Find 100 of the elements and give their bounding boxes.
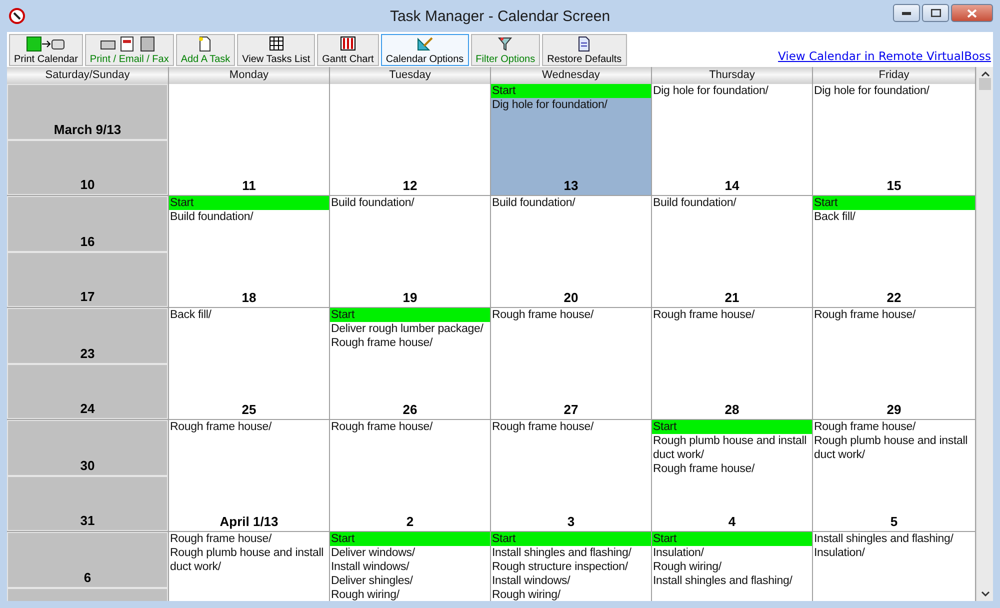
toolbar-button[interactable]: View Tasks List xyxy=(237,34,316,66)
start-marker[interactable]: Start xyxy=(652,420,812,434)
task-entry[interactable]: Rough frame house/ xyxy=(330,336,490,350)
task-entry[interactable]: Build foundation/ xyxy=(330,196,490,210)
start-marker[interactable]: Start xyxy=(169,196,329,210)
day-cell[interactable]: Start Deliver rough lumber package/ Rough frame house/ 26 xyxy=(330,308,491,420)
start-marker[interactable]: Start xyxy=(652,532,812,546)
day-cell[interactable]: Start Install shingles and flashing/ Rough structure inspection/ Install windows/ Rough wiring/ xyxy=(491,532,652,601)
day-cell[interactable]: Start Deliver windows/ Install windows/ Deliver shingles/ Rough wiring/ xyxy=(330,532,491,601)
task-entry[interactable]: Rough frame house/ xyxy=(491,308,651,322)
day-cell[interactable]: Rough frame house/ 2 xyxy=(330,420,491,532)
weekend-day-cell[interactable]: 17 xyxy=(7,252,168,307)
start-marker[interactable]: Start xyxy=(330,532,490,546)
weekend-day-cell[interactable]: 10 xyxy=(7,140,168,195)
day-number: 21 xyxy=(724,290,740,307)
day-cell[interactable]: Dig hole for foundation/ 14 xyxy=(652,84,813,196)
weekday-header: Monday xyxy=(169,67,330,84)
task-entry[interactable]: Build foundation/ xyxy=(491,196,651,210)
task-entry[interactable]: Rough frame house/ xyxy=(330,420,490,434)
task-entry[interactable]: Rough wiring/ xyxy=(652,560,812,574)
task-entry[interactable]: Build foundation/ xyxy=(169,210,329,224)
day-cell[interactable]: 11 xyxy=(169,84,330,196)
scroll-up-icon[interactable] xyxy=(980,71,990,77)
task-entry[interactable]: Dig hole for foundation/ xyxy=(652,84,812,98)
task-entry[interactable]: Rough wiring/ xyxy=(330,588,490,601)
task-entry[interactable]: Install windows/ xyxy=(491,574,651,588)
day-cell[interactable]: Rough frame house/ April 1/13 xyxy=(169,420,330,532)
day-cell[interactable]: Start Rough plumb house and install duct work/ Rough frame house/ 4 xyxy=(652,420,813,532)
toolbar-button[interactable]: Print / Email / Fax xyxy=(84,34,174,66)
task-entry[interactable]: Back fill/ xyxy=(169,308,329,322)
weekend-day-cell[interactable]: 30 xyxy=(7,420,168,476)
day-cell[interactable]: Rough frame house/ Rough plumb house and install duct work/ xyxy=(169,532,330,601)
weekend-day-cell[interactable]: 23 xyxy=(7,308,168,364)
task-entry[interactable]: Build foundation/ xyxy=(652,196,812,210)
day-cell[interactable]: Rough frame house/ 28 xyxy=(652,308,813,420)
toolbar-button[interactable]: Gantt Chart xyxy=(317,34,379,66)
maximize-button[interactable] xyxy=(922,4,949,22)
task-entry[interactable]: Deliver windows/ xyxy=(330,546,490,560)
task-entry[interactable]: Dig hole for foundation/ xyxy=(491,98,651,112)
day-cell[interactable]: Rough frame house/ 3 xyxy=(491,420,652,532)
scroll-down-icon[interactable] xyxy=(980,591,990,597)
task-entry[interactable]: Install shingles and flashing/ xyxy=(491,546,651,560)
day-cell[interactable]: Rough frame house/ 27 xyxy=(491,308,652,420)
day-cell[interactable]: Install shingles and flashing/ Insulation/ xyxy=(813,532,976,601)
task-entry[interactable]: Rough frame house/ xyxy=(652,462,812,476)
task-entry[interactable]: Rough frame house/ xyxy=(169,420,329,434)
toolbar-button[interactable]: Restore Defaults xyxy=(542,34,627,66)
vertical-scrollbar[interactable] xyxy=(976,67,993,601)
task-entry[interactable]: Rough frame house/ xyxy=(491,420,651,434)
day-cell[interactable]: Rough frame house/ 29 xyxy=(813,308,976,420)
day-cell[interactable]: Build foundation/ 21 xyxy=(652,196,813,308)
remote-calendar-link[interactable]: View Calendar in Remote VirtualBoss xyxy=(778,49,991,63)
task-entry[interactable]: Rough plumb house and install duct work/ xyxy=(652,434,812,462)
day-cell[interactable]: Build foundation/ 19 xyxy=(330,196,491,308)
start-marker[interactable]: Start xyxy=(491,532,651,546)
day-cell[interactable]: Start Dig hole for foundation/ 13 xyxy=(491,84,652,196)
weekend-day-cell[interactable]: 16 xyxy=(7,196,168,252)
task-entry[interactable]: Deliver shingles/ xyxy=(330,574,490,588)
task-entry[interactable]: Back fill/ xyxy=(813,210,975,224)
weekday-header: Thursday xyxy=(652,67,813,84)
task-entry[interactable]: Deliver rough lumber package/ xyxy=(330,322,490,336)
task-entry[interactable]: Insulation/ xyxy=(652,546,812,560)
toolbar-button[interactable]: Print Calendar xyxy=(9,34,83,66)
task-entry[interactable]: Rough plumb house and install duct work/ xyxy=(813,434,975,462)
day-cell[interactable]: Start Back fill/ 22 xyxy=(813,196,976,308)
maximize-icon xyxy=(930,9,940,17)
toolbar-button[interactable]: Filter Options xyxy=(470,34,540,66)
task-entry[interactable]: Rough structure inspection/ xyxy=(491,560,651,574)
task-entry[interactable]: Install windows/ xyxy=(330,560,490,574)
task-entry[interactable]: Rough plumb house and install duct work/ xyxy=(169,546,329,574)
day-cell[interactable]: Start Insulation/ Rough wiring/ Install shingles and flashing/ xyxy=(652,532,813,601)
weekend-day-cell[interactable]: 31 xyxy=(7,476,168,531)
weekend-day-cell[interactable]: 24 xyxy=(7,364,168,419)
task-entry[interactable]: Dig hole for foundation/ xyxy=(813,84,975,98)
start-marker[interactable]: Start xyxy=(813,196,975,210)
scroll-thumb[interactable] xyxy=(979,78,991,90)
task-entry[interactable]: Insulation/ xyxy=(813,546,975,560)
weekend-day-cell[interactable]: 6 xyxy=(7,532,168,588)
day-number: 27 xyxy=(562,402,580,419)
task-entry[interactable]: Rough frame house/ xyxy=(813,420,975,434)
close-button[interactable] xyxy=(951,4,993,22)
minimize-button[interactable] xyxy=(893,4,920,22)
task-entry[interactable]: Install shingles and flashing/ xyxy=(652,574,812,588)
day-cell[interactable]: Dig hole for foundation/ 15 xyxy=(813,84,976,196)
task-entry[interactable]: Rough wiring/ xyxy=(491,588,651,601)
weekday-header: Wednesday xyxy=(491,67,652,84)
task-entry[interactable]: Rough frame house/ xyxy=(169,532,329,546)
day-cell[interactable]: 12 xyxy=(330,84,491,196)
start-marker[interactable]: Start xyxy=(491,84,651,98)
start-marker[interactable]: Start xyxy=(330,308,490,322)
day-cell[interactable]: Back fill/ 25 xyxy=(169,308,330,420)
task-entry[interactable]: Install shingles and flashing/ xyxy=(813,532,975,546)
toolbar-button[interactable]: Calendar Options xyxy=(380,34,469,66)
day-cell[interactable]: Start Build foundation/ 18 xyxy=(169,196,330,308)
weekend-day-cell[interactable]: March 9/13 xyxy=(7,84,168,140)
day-cell[interactable]: Rough frame house/ Rough plumb house and install duct work/ 5 xyxy=(813,420,976,532)
day-cell[interactable]: Build foundation/ 20 xyxy=(491,196,652,308)
task-entry[interactable]: Rough frame house/ xyxy=(652,308,812,322)
toolbar-button[interactable]: Add A Task xyxy=(176,34,236,66)
task-entry[interactable]: Rough frame house/ xyxy=(813,308,975,322)
